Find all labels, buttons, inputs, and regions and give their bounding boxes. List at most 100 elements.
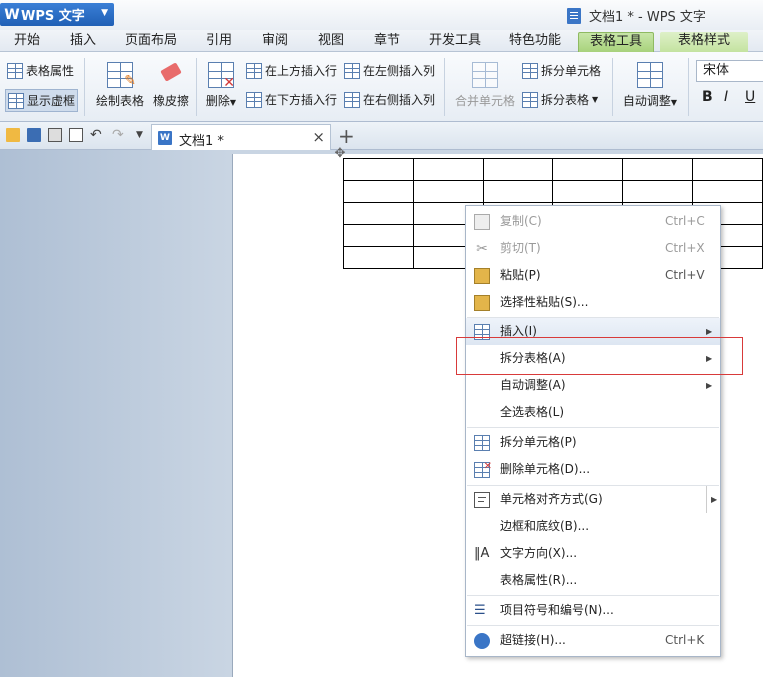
insert-row-below-icon <box>246 91 262 108</box>
ribbon-toolbar: 表格属性 显示虚框 ✎ 绘制表格 橡皮擦 ✕ 删除▼ 在上方插入行 在下方插入行… <box>0 52 763 122</box>
undo-icon[interactable]: ↶ <box>90 128 104 142</box>
tab-table-styles[interactable]: 表格样式 <box>660 32 748 52</box>
tab-chapter[interactable]: 章节 <box>364 32 410 52</box>
split-cells-icon <box>522 62 538 79</box>
table-cell[interactable] <box>343 180 414 203</box>
insert-row-above-button[interactable]: 在上方插入行 <box>246 62 337 79</box>
ribbon-tabs: 开始 插入 页面布局 引用 审阅 视图 章节 开发工具 特色功能 表格工具 表格… <box>0 30 763 52</box>
delete-button[interactable]: ✕ 删除▼ <box>202 62 240 109</box>
table-row <box>343 180 763 203</box>
menu-item-split-cells[interactable]: 拆分单元格(P) <box>466 429 720 456</box>
menu-item-shortcut: Ctrl+K <box>665 633 705 647</box>
table-cell[interactable] <box>622 158 694 181</box>
customize-dropdown-icon[interactable]: ▼ <box>136 128 150 142</box>
insert-col-right-button[interactable]: 在右侧插入列 <box>344 91 435 108</box>
menu-item-text-direction[interactable]: ‖A 文字方向(X)... <box>466 540 720 567</box>
tab-view[interactable]: 视图 <box>308 32 354 52</box>
table-cell[interactable] <box>622 180 694 203</box>
menu-item-bullets-numbering[interactable]: ☰ 项目符号和编号(N)... <box>466 597 720 624</box>
redo-icon[interactable]: ↷ <box>112 128 126 142</box>
tab-features[interactable]: 特色功能 <box>504 32 566 52</box>
menu-item-label: 表格属性(R)... <box>500 573 578 587</box>
tab-insert[interactable]: 插入 <box>58 32 108 52</box>
print-icon[interactable] <box>48 128 62 142</box>
ribbon-separator <box>196 58 197 116</box>
draw-table-button[interactable]: ✎ 绘制表格 <box>94 62 146 109</box>
insert-row-above-label: 在上方插入行 <box>265 64 338 78</box>
menu-item-copy[interactable]: 复制(C) Ctrl+C <box>466 208 720 235</box>
tab-review[interactable]: 审阅 <box>252 32 298 52</box>
tab-page-layout[interactable]: 页面布局 <box>120 32 182 52</box>
insert-col-right-icon <box>344 91 360 108</box>
menu-item-borders-shading[interactable]: 边框和底纹(B)... <box>466 513 720 540</box>
table-cell[interactable] <box>552 180 624 203</box>
menu-item-shortcut: Ctrl+V <box>665 268 705 282</box>
table-cell[interactable] <box>482 180 554 203</box>
save-icon[interactable] <box>27 128 41 142</box>
new-tab-button[interactable]: + <box>338 124 355 148</box>
ribbon-separator <box>688 58 689 116</box>
bold-button[interactable]: B <box>702 89 713 105</box>
draw-table-icon: ✎ <box>107 62 136 89</box>
menu-item-table-properties[interactable]: 表格属性(R)... <box>466 567 720 594</box>
tab-table-tools[interactable]: 表格工具 <box>578 32 654 52</box>
insert-row-below-button[interactable]: 在下方插入行 <box>246 91 337 108</box>
menu-item-paste[interactable]: 粘贴(P) Ctrl+V <box>466 262 720 289</box>
menu-item-label: 拆分单元格(P) <box>500 435 577 449</box>
merge-cells-button[interactable]: 合并单元格 <box>452 62 518 109</box>
app-menu-button[interactable]: W WPS 文字 ▼ <box>0 3 114 26</box>
quick-access-bar: ↶ ↷ ▼ W 文档1 * × + <box>0 122 763 150</box>
table-cell[interactable] <box>412 158 484 181</box>
split-cells-button[interactable]: 拆分单元格 <box>522 62 601 79</box>
insert-col-left-button[interactable]: 在左侧插入列 <box>344 62 435 79</box>
menu-item-auto-fit[interactable]: 自动调整(A) ▶ <box>466 372 720 399</box>
tab-developer[interactable]: 开发工具 <box>424 32 486 52</box>
menu-item-cut[interactable]: ✂ 剪切(T) Ctrl+X <box>466 235 720 262</box>
table-cell[interactable] <box>692 158 763 181</box>
open-folder-icon[interactable] <box>6 128 20 142</box>
delete-table-icon: ✕ <box>208 62 235 91</box>
show-gridlines-button[interactable]: 显示虚框 <box>5 89 79 112</box>
tab-references[interactable]: 引用 <box>196 32 242 52</box>
table-cell[interactable] <box>482 158 554 181</box>
menu-item-shortcut: Ctrl+X <box>665 241 705 255</box>
table-cell[interactable] <box>412 180 484 203</box>
menu-item-label: 边框和底纹(B)... <box>500 519 590 533</box>
menu-item-hyperlink[interactable]: 超链接(H)... Ctrl+K <box>466 627 720 654</box>
document-icon <box>567 7 581 24</box>
close-tab-icon[interactable]: × <box>312 128 325 146</box>
auto-fit-button[interactable]: 自动调整▼ <box>620 62 680 109</box>
table-cell[interactable] <box>343 202 414 225</box>
split-table-label: 拆分表格 <box>541 93 590 107</box>
paste-special-icon <box>474 295 490 311</box>
table-properties-button[interactable]: 表格属性 <box>7 62 74 79</box>
font-name-field[interactable]: 宋体 <box>696 60 763 82</box>
eraser-icon <box>158 62 184 88</box>
menu-item-delete-cells[interactable]: ✕ 删除单元格(D)... <box>466 456 720 483</box>
text-direction-icon: ‖A <box>474 546 490 561</box>
table-cell[interactable] <box>692 180 763 203</box>
menu-item-paste-special[interactable]: 选择性粘贴(S)... <box>466 289 720 316</box>
menu-item-cell-alignment[interactable]: 单元格对齐方式(G) ▶ <box>466 486 720 513</box>
split-table-button[interactable]: 拆分表格 ▼ <box>522 91 598 108</box>
table-cell[interactable] <box>343 158 414 181</box>
menu-item-select-table[interactable]: 全选表格(L) <box>466 399 720 426</box>
tab-home[interactable]: 开始 <box>2 32 52 52</box>
app-name: WPS 文字 <box>21 9 85 24</box>
table-row <box>343 158 763 181</box>
bullets-icon: ☰ <box>474 603 486 618</box>
gridlines-icon <box>8 92 24 109</box>
italic-button[interactable]: I <box>724 89 728 105</box>
table-cell[interactable] <box>343 224 414 247</box>
print-preview-icon[interactable] <box>69 128 83 142</box>
underline-button[interactable]: U <box>745 89 755 105</box>
wps-logo-icon: W <box>4 6 20 23</box>
table-cell[interactable] <box>552 158 624 181</box>
title-bar: W WPS 文字 ▼ 文档1 * - WPS 文字 <box>0 0 763 30</box>
table-cell[interactable] <box>343 246 414 269</box>
menu-separator <box>467 625 719 626</box>
chevron-down-icon: ▼ <box>101 8 108 18</box>
eraser-button[interactable]: 橡皮擦 <box>152 62 190 109</box>
eraser-label: 橡皮擦 <box>152 94 189 108</box>
document-tab[interactable]: W 文档1 * × <box>151 124 331 150</box>
